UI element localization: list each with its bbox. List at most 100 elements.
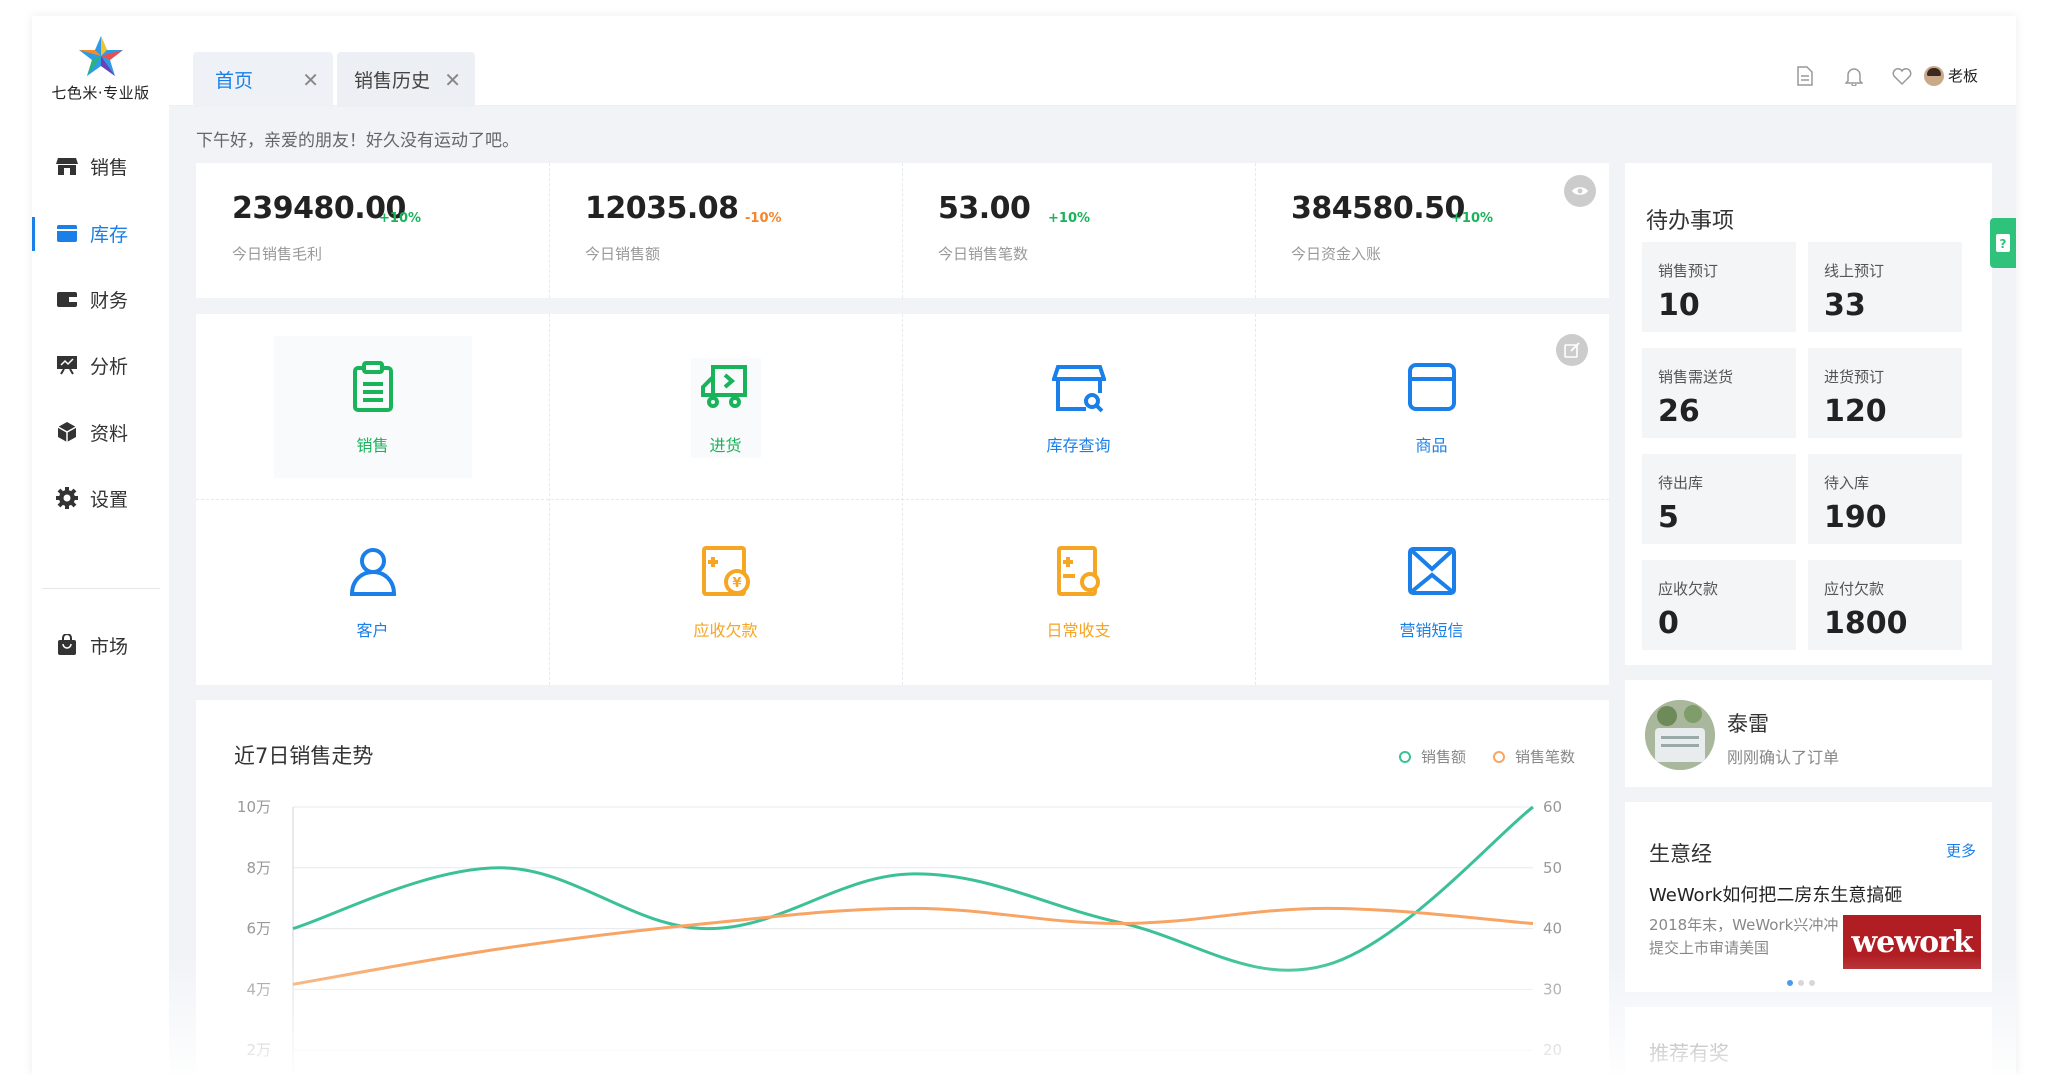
quick-sales[interactable]: 销售 [196, 314, 549, 499]
stat-change: -10% [745, 211, 782, 226]
quick-receivables[interactable]: ¥ 应收欠款 [549, 499, 902, 684]
greeting-text: 下午好，亲爱的朋友！好久没有运动了吧。 [196, 131, 519, 151]
store-search-icon [1051, 365, 1106, 413]
avatar [1924, 65, 1944, 86]
stat-label: 今日销售笔数 [938, 245, 1029, 263]
app-window: 七色米·专业版 销售 库存 财务 分析 资料 设置 市场 首页 ✕ 销售历史 ✕… [32, 16, 2016, 1075]
presentation-icon [56, 354, 78, 376]
tab-sales-history[interactable]: 销售历史 ✕ [337, 52, 475, 107]
quick-label: 营销短信 [1399, 621, 1464, 640]
tab-home[interactable]: 首页 ✕ [193, 52, 333, 107]
carousel-dot[interactable] [1809, 980, 1815, 986]
y2-tick-label: 30 [1543, 980, 1562, 998]
activity-text: 刚刚确认了订单 [1727, 748, 1840, 767]
quick-label: 客户 [356, 621, 389, 640]
sidebar-item-analysis[interactable]: 分析 [32, 341, 169, 389]
sidebar: 七色米·专业版 销售 库存 财务 分析 资料 设置 市场 [32, 16, 169, 1075]
logo[interactable]: 七色米·专业版 [32, 34, 169, 103]
close-icon[interactable]: ✕ [444, 68, 461, 92]
box-icon [1407, 363, 1456, 411]
sidebar-item-finance[interactable]: 财务 [32, 275, 169, 323]
activity-card[interactable]: 泰雷 刚刚确认了订单 [1625, 680, 1992, 787]
todo-item[interactable]: 待入库 190 [1808, 454, 1962, 544]
sidebar-item-label: 分析 [90, 355, 129, 378]
stat-value: 384580.50 [1291, 191, 1465, 226]
quick-goods[interactable]: 商品 [1255, 314, 1608, 499]
close-icon[interactable]: ✕ [302, 68, 319, 92]
todo-item[interactable]: 线上预订 33 [1808, 242, 1962, 332]
article-title[interactable]: WeWork如何把二房东生意搞砸 [1649, 881, 1902, 907]
cube-icon [56, 421, 78, 443]
user-menu[interactable]: 老板 [1924, 65, 1978, 86]
article-summary: 2018年末，WeWork兴冲冲提交上市审请美国 [1649, 916, 1839, 957]
todo-label: 线上预订 [1824, 262, 1885, 280]
stat-sales-count: 53.00 +10% 今日销售笔数 [902, 163, 1255, 298]
quick-customer[interactable]: 客户 [196, 499, 549, 684]
todo-count: 1800 [1824, 606, 1908, 641]
sidebar-item-label: 市场 [90, 635, 129, 658]
sidebar-item-market[interactable]: 市场 [32, 621, 169, 669]
y2-tick-label: 20 [1543, 1041, 1562, 1059]
quick-label: 日常收支 [1046, 621, 1111, 640]
series-line-sales-count [292, 906, 1534, 986]
stat-sales-amount: 12035.08 -10% 今日销售额 [549, 163, 902, 298]
todo-item[interactable]: 待出库 5 [1642, 454, 1796, 544]
top-bar: 首页 ✕ 销售历史 ✕ 老板 [169, 16, 2016, 107]
carousel-dot[interactable] [1798, 980, 1804, 986]
todo-item[interactable]: 应付欠款 1800 [1808, 560, 1962, 650]
quick-label: 销售 [356, 436, 389, 455]
carousel-dot[interactable] [1787, 980, 1793, 986]
quick-label: 进货 [709, 436, 742, 455]
todo-label: 销售预订 [1658, 262, 1719, 280]
todo-item[interactable]: 销售预订 10 [1642, 242, 1796, 332]
todo-count: 0 [1658, 606, 1679, 641]
help-button[interactable]: ? [1990, 218, 2016, 268]
sidebar-item-label: 设置 [90, 488, 129, 511]
y-tick-label: 6万 [246, 920, 271, 938]
sales-trend-card: 近7日销售走势 销售额 销售笔数 10万608万506万404万302万2000 [196, 700, 1609, 1075]
edit-icon[interactable] [1556, 334, 1588, 366]
heart-icon[interactable] [1891, 65, 1913, 87]
todo-item[interactable]: 进货预订 120 [1808, 348, 1962, 438]
todo-item[interactable]: 应收欠款 0 [1642, 560, 1796, 650]
todo-title: 待办事项 [1646, 209, 1735, 234]
bell-icon[interactable] [1843, 65, 1865, 87]
quick-daily-ledger[interactable]: 日常收支 [902, 499, 1255, 684]
stat-change: +10% [1451, 211, 1494, 226]
todo-card: 待办事项 销售预订 10 线上预订 33 销售需送货 26 进货预订 120 待出库 5 待入库 19… [1625, 163, 1992, 665]
sidebar-item-data[interactable]: 资料 [32, 408, 169, 456]
series-line-sales-amount [292, 805, 1534, 972]
article-image[interactable]: wework [1843, 915, 1981, 969]
y-tick-label: 8万 [246, 859, 271, 877]
quick-sms-marketing[interactable]: 营销短信 [1255, 499, 1608, 684]
referral-card[interactable]: 推荐有奖 [1625, 1007, 1992, 1075]
truck-icon [700, 365, 747, 408]
quick-purchase[interactable]: 进货 [549, 314, 902, 499]
ledger-icon [1056, 546, 1100, 596]
business-tips-card: 生意经 更多 WeWork如何把二房东生意搞砸 2018年末，WeWork兴冲冲… [1625, 802, 1992, 992]
stats-card: 239480.00 +10% 今日销售毛利 12035.08 -10% 今日销售… [196, 163, 1609, 298]
todo-item[interactable]: 销售需送货 26 [1642, 348, 1796, 438]
store-icon [56, 155, 78, 177]
y-tick-label: 4万 [246, 980, 271, 998]
todo-count: 10 [1658, 288, 1700, 323]
sidebar-item-label: 销售 [90, 156, 129, 179]
stat-label: 今日销售额 [585, 245, 661, 263]
sidebar-item-settings[interactable]: 设置 [32, 474, 169, 522]
line-chart: 10万608万506万404万302万2000 [237, 798, 1562, 1075]
brand-name: 七色米·专业版 [51, 84, 150, 102]
help-icon: ? [1996, 234, 2010, 252]
sidebar-item-inventory[interactable]: 库存 [32, 209, 169, 257]
todo-count: 33 [1824, 288, 1866, 323]
stat-label: 今日销售毛利 [232, 245, 323, 263]
eye-icon[interactable] [1564, 175, 1596, 207]
stat-funds-in: 384580.50 +10% 今日资金入账 [1255, 163, 1608, 298]
more-link[interactable]: 更多 [1946, 840, 1976, 861]
todo-label: 应付欠款 [1824, 580, 1885, 598]
avatar [1645, 700, 1715, 770]
document-icon[interactable] [1794, 65, 1816, 87]
sidebar-item-sales[interactable]: 销售 [32, 142, 169, 190]
svg-text:¥: ¥ [732, 576, 741, 591]
quick-stock-query[interactable]: 库存查询 [902, 314, 1255, 499]
sidebar-item-label: 库存 [90, 223, 129, 246]
